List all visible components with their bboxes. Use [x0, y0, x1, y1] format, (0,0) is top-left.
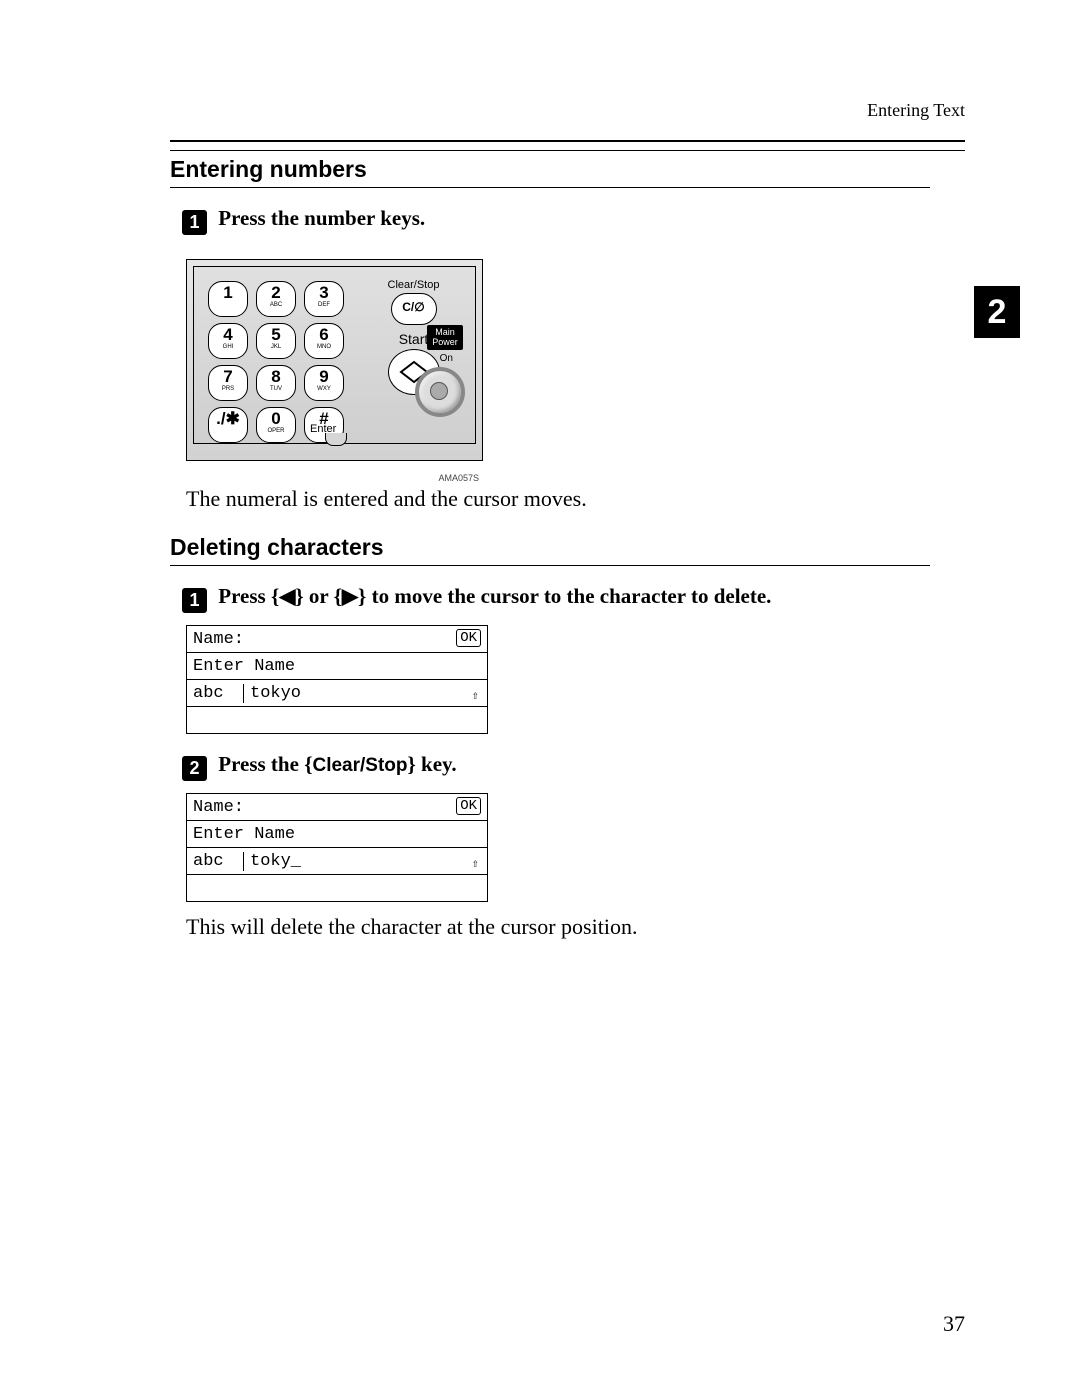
step-badge-icon: 1 [182, 210, 207, 235]
lcd2-mode: abc [193, 852, 244, 871]
step-1a-text: Press the number keys. [218, 206, 425, 230]
clear-stop-key-name: Clear/Stop [312, 755, 407, 776]
step-1a: 1 Press the number keys. [182, 206, 965, 235]
keypad-key: 5JKL [256, 323, 296, 359]
content: Entering numbers 1 Press the number keys… [170, 156, 965, 940]
keypad-right-column: Clear/Stop C/∅ Start MainPower On [364, 279, 463, 433]
left-key-bracket: { [271, 584, 279, 608]
clear-stop-button: C/∅ [391, 293, 437, 325]
lcd1-mode: abc [193, 684, 244, 703]
keypad-key: 2ABC [256, 281, 296, 317]
keypad-key: 7PRS [208, 365, 248, 401]
ok-badge: OK [456, 629, 481, 647]
clear-stop-label: Clear/Stop [364, 279, 463, 291]
lcd2-value: toky_ [244, 852, 481, 871]
rule-top-thick [170, 140, 965, 142]
lcd1-row3: abc tokyo ⇧ [187, 680, 487, 707]
on-label: On [440, 353, 453, 364]
lcd2-title: Name: [193, 798, 244, 817]
rule-top-thin [170, 150, 965, 151]
section2-result: This will delete the character at the cu… [186, 914, 965, 940]
lcd1-title: Name: [193, 630, 244, 649]
lcd2-row4 [187, 875, 487, 901]
figure-code: AMA057S [438, 473, 479, 483]
lcd1-prompt: Enter Name [193, 657, 295, 676]
main-power-badge: MainPower [427, 325, 463, 350]
arrow-right-icon: ▶ [342, 584, 358, 609]
step2-2-pre: Press the [218, 752, 304, 776]
section-deleting-chars-title: Deleting characters [170, 534, 930, 566]
right-key-bracket: { [334, 584, 342, 608]
lcd2-prompt: Enter Name [193, 825, 295, 844]
lcd2-row3: abc toky_ ⇧ [187, 848, 487, 875]
keypad-key: 6MNO [304, 323, 344, 359]
ok-badge: OK [456, 797, 481, 815]
lcd2-row1: Name: OK [187, 794, 487, 821]
keypad-key: 8TUV [256, 365, 296, 401]
lcd1-row4 [187, 707, 487, 733]
lcd2-row2: Enter Name [187, 821, 487, 848]
shift-icon: ⇧ [472, 856, 479, 871]
keypad-key: 9WXY [304, 365, 344, 401]
keypad-figure-wrap: 12ABC3DEF 4GHI5JKL6MNO 7PRS8TUV9WXY ./✱0OPE… [170, 247, 483, 469]
keypad-bezel: 12ABC3DEF 4GHI5JKL6MNO 7PRS8TUV9WXY ./✱0OPE… [193, 266, 476, 444]
left-key-bracket-close: } [295, 584, 303, 608]
key-close-bracket: } [408, 752, 416, 776]
step-2-1: 1 Press {◀} or {▶} to move the cursor to… [182, 584, 965, 613]
keypad-key: ./✱ [208, 407, 248, 443]
lcd-panel-1: Name: OK Enter Name abc tokyo ⇧ [186, 625, 488, 734]
step2-2-post: key. [416, 752, 457, 776]
step-badge-icon: 2 [182, 756, 207, 781]
running-head: Entering Text [867, 100, 965, 121]
keypad-key: 3DEF [304, 281, 344, 317]
lcd-panel-2: Name: OK Enter Name abc toky_ ⇧ [186, 793, 488, 902]
chapter-tab: 2 [974, 286, 1020, 338]
keypad-key: 4GHI [208, 323, 248, 359]
step2-1-pre: Press [218, 584, 271, 608]
keypad-key: 1 [208, 281, 248, 317]
number-pad: 12ABC3DEF 4GHI5JKL6MNO 7PRS8TUV9WXY ./✱0OPE… [208, 281, 353, 443]
keypad-key: 0OPER [256, 407, 296, 443]
lcd1-row2: Enter Name [187, 653, 487, 680]
shift-icon: ⇧ [472, 688, 479, 703]
step-2-2: 2 Press the {Clear/Stop} key. [182, 752, 965, 781]
power-dial-icon [415, 367, 465, 417]
step2-1-or: or [304, 584, 334, 608]
lcd1-row1: Name: OK [187, 626, 487, 653]
lcd1-value: tokyo [244, 684, 481, 703]
bezel-notch [325, 433, 347, 446]
page: Entering Text 2 Entering numbers 1 Press… [0, 0, 1080, 1397]
page-number: 37 [943, 1311, 965, 1337]
step-badge-icon: 1 [182, 588, 207, 613]
step2-1-post: to move the cursor to the character to d… [366, 584, 771, 608]
section-entering-numbers-title: Entering numbers [170, 156, 930, 188]
section1-result: The numeral is entered and the cursor mo… [186, 486, 965, 512]
arrow-left-icon: ◀ [279, 584, 295, 609]
keypad-figure: 12ABC3DEF 4GHI5JKL6MNO 7PRS8TUV9WXY ./✱0OPE… [186, 259, 483, 461]
